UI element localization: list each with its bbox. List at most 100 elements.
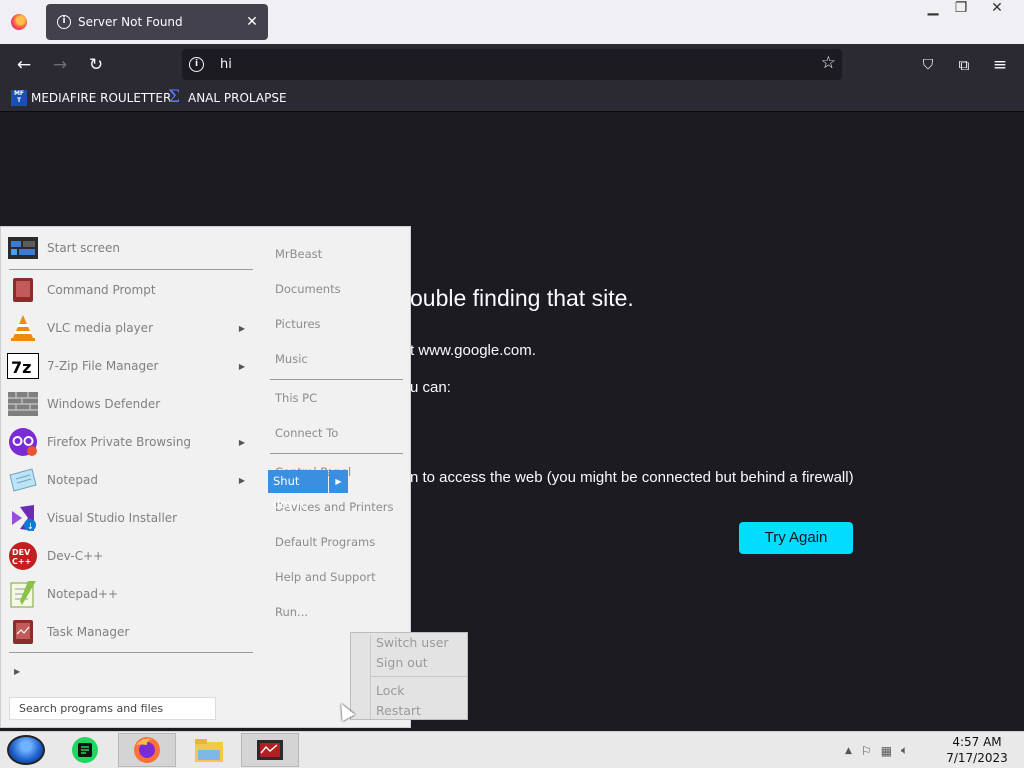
back-button[interactable]: ← [11,52,37,78]
tab-close-icon[interactable]: ✕ [242,14,262,30]
all-programs-arrow-icon[interactable]: ▶ [14,667,20,676]
forward-button[interactable]: → [47,52,73,78]
minimize-button[interactable]: ▁ [918,0,948,18]
site-info-icon[interactable]: i [189,57,204,72]
menu-item-restart[interactable]: Restart [376,703,421,718]
notepadpp-icon [7,578,39,610]
submenu-arrow-icon[interactable]: ▶ [239,362,245,371]
network-icon[interactable]: ▦ [881,744,892,758]
program-windows-defender[interactable]: Windows Defender [7,385,261,423]
file-explorer-icon [195,739,223,762]
shut-down-options-arrow-icon[interactable]: ▶ [329,470,348,493]
divider [370,635,371,719]
program-label: Notepad++ [47,587,119,601]
start-orb-button[interactable] [7,735,45,765]
tab-title: Server Not Found [78,15,183,29]
submenu-arrow-icon[interactable]: ▶ [239,476,245,485]
svg-text:↓: ↓ [27,522,34,531]
system-tray: ▲ ⚐ ▦ 🔈︎ [845,732,908,768]
bookmark-item[interactable]: MF T MEDIAFIRE ROULETTER [11,90,171,106]
restore-button[interactable]: ❐ [946,0,976,18]
taskbar-spotify[interactable] [56,733,114,767]
program-label: VLC media player [47,321,154,335]
program-label: Dev-C++ [47,549,104,563]
navigation-toolbar: ← → ↻ i hi ☆ ⛉ ⧉ ≡ [0,44,1024,85]
menu-icon[interactable]: ≡ [987,52,1013,78]
place-run[interactable]: Run... [275,605,308,619]
windows-defender-icon [7,388,39,420]
taskbar: ▲ ⚐ ▦ 🔈︎ 4:57 AM 7/17/2023 [0,731,1024,768]
shut-down-button[interactable]: Shut down [268,470,328,511]
browser-tab[interactable]: i Server Not Found ✕ [46,4,268,40]
menu-item-sign-out[interactable]: Sign out [376,655,428,670]
place-music[interactable]: Music [275,352,308,366]
sigma-icon: Σ [168,87,181,107]
taskbar-file-explorer[interactable] [180,733,238,767]
extensions-icon[interactable]: ⧉ [951,52,977,78]
address-text[interactable]: hi [220,57,232,72]
task-manager-icon [7,616,39,648]
firefox-icon [134,737,160,763]
error-text-line: u can: [410,379,451,396]
place-user-folder[interactable]: MrBeast [275,247,322,261]
bookmark-star-icon[interactable]: ☆ [821,53,836,73]
error-text-line: t www.google.com. [410,342,536,359]
submenu-arrow-icon[interactable]: ▶ [239,324,245,333]
place-connect-to[interactable]: Connect To [275,426,338,440]
clock-time: 4:57 AM [952,735,1002,749]
volume-icon[interactable]: 🔈︎ [901,743,908,758]
browser-tab-bar: i Server Not Found ✕ ▁ ❐ ✕ [0,0,1024,44]
pocket-icon[interactable]: ⛉ [915,52,941,78]
bookmark-item[interactable]: Σ ANAL PROLAPSE [168,87,287,107]
program-label: Start screen [47,241,121,255]
place-help-support[interactable]: Help and Support [275,570,376,584]
clock-date: 7/17/2023 [946,751,1008,765]
bookmarks-toolbar: MF T MEDIAFIRE ROULETTER Σ ANAL PROLAPSE [0,85,1024,112]
address-bar[interactable]: i hi ☆ [182,49,842,80]
program-devcpp[interactable]: DEV C++ Dev-C++ [7,537,261,575]
program-vlc[interactable]: VLC media player ▶ [7,309,261,347]
program-command-prompt[interactable]: Command Prompt [7,271,261,309]
program-label: Command Prompt [47,283,156,297]
place-this-pc[interactable]: This PC [275,391,317,405]
action-center-flag-icon[interactable]: ⚐ [861,744,872,758]
divider [9,652,253,653]
place-default-programs[interactable]: Default Programs [275,535,375,549]
program-label: Notepad [47,473,98,487]
mediafire-icon: MF T [11,90,27,106]
program-firefox-private[interactable]: Firefox Private Browsing ▶ [7,423,261,461]
program-label: Task Manager [47,625,130,639]
program-start-screen[interactable]: Start screen [7,229,261,267]
visual-studio-installer-icon: ↓ [7,502,39,534]
search-programs-input[interactable]: Search programs and files [9,697,216,720]
menu-item-switch-user[interactable]: Switch user [376,635,449,650]
program-notepad[interactable]: Notepad ▶ [7,461,261,499]
try-again-button[interactable]: Try Again [739,522,853,554]
spotify-icon [72,737,98,763]
firefox-private-icon [7,426,39,458]
program-notepadpp[interactable]: Notepad++ [7,575,261,613]
reload-button[interactable]: ↻ [83,52,109,78]
devcpp-icon: DEV C++ [7,540,39,572]
program-visual-studio-installer[interactable]: ↓ Visual Studio Installer [7,499,261,537]
start-menu-programs: Start screen Command Prompt VLC media pl… [1,227,263,729]
divider [270,379,403,380]
clock[interactable]: 4:57 AM 7/17/2023 [930,734,1024,766]
program-label: Windows Defender [47,397,161,411]
command-prompt-icon [7,274,39,306]
svg-text:C++: C++ [12,557,31,566]
program-task-manager[interactable]: Task Manager [7,613,261,651]
close-window-button[interactable]: ✕ [982,0,1012,18]
place-documents[interactable]: Documents [275,282,341,296]
place-pictures[interactable]: Pictures [275,317,321,331]
info-icon: i [57,15,71,29]
program-label: 7-Zip File Manager [47,359,159,373]
submenu-arrow-icon[interactable]: ▶ [239,438,245,447]
taskbar-firefox[interactable] [118,733,176,767]
show-hidden-icons-icon[interactable]: ▲ [845,746,852,756]
program-7zip[interactable]: 7z 7-Zip File Manager ▶ [7,347,261,385]
taskbar-task-manager[interactable] [241,733,299,767]
firefox-logo-icon [11,14,27,30]
program-label: Visual Studio Installer [47,511,178,525]
menu-item-lock[interactable]: Lock [376,683,405,698]
